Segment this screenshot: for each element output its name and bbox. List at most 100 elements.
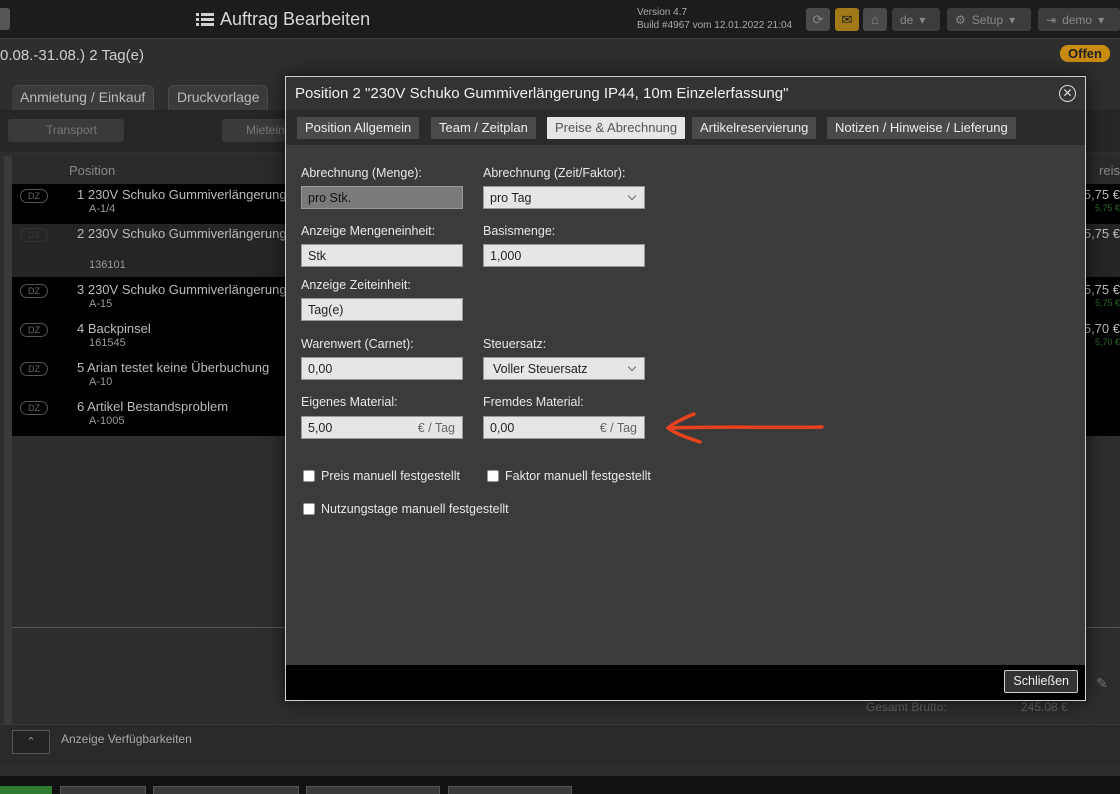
fremdes-material-unit: € / Tag — [599, 421, 637, 435]
row-name: 1 230V Schuko Gummiverlängerung — [77, 187, 287, 202]
user-button[interactable]: ⇥ demo ▾ — [1038, 8, 1120, 31]
steuersatz-label: Steuersatz: — [483, 337, 547, 351]
dz-badge: DZ — [20, 362, 48, 376]
fremdes-material-label: Fremdes Material: — [483, 395, 584, 409]
nutzungstage-manuell-label: Nutzungstage manuell festgestellt — [321, 502, 509, 516]
schliessen-button[interactable]: Schließen — [1004, 670, 1078, 693]
preis-manuell-row[interactable]: Preis manuell festgestellt — [303, 469, 460, 483]
expand-up-button[interactable]: ⌃ — [12, 730, 50, 754]
eigenes-material-unit: € / Tag — [417, 421, 455, 435]
status-badge: Offen — [1060, 45, 1110, 62]
row-sub: A-15 — [89, 298, 113, 310]
footer-button[interactable] — [60, 786, 146, 794]
eigenes-material-value: 5,00 — [308, 421, 333, 435]
annotation-arrow-icon — [666, 412, 824, 444]
basismenge-label: Basismenge: — [483, 224, 556, 238]
row-price: 5,70 € — [1083, 321, 1120, 336]
column-price: reis — [1099, 163, 1120, 178]
abrechnung-menge-label: Abrechnung (Menge): — [301, 166, 422, 180]
mietein-label: Mietein — [246, 123, 285, 137]
row-price-secondary: 5,70 € — [1094, 337, 1120, 347]
footer-button[interactable] — [153, 786, 299, 794]
transport-button[interactable]: Transport — [8, 119, 124, 142]
version-info: Version 4.7 Build #4967 vom 12.01.2022 2… — [637, 6, 792, 32]
logout-icon: ⇥ — [1046, 12, 1057, 27]
preis-manuell-checkbox[interactable] — [303, 470, 315, 482]
chevron-down-icon: ▾ — [919, 12, 926, 27]
dialog-title-text: Position 2 "230V Schuko Gummiverlängerun… — [295, 85, 789, 102]
row-sub: 161545 — [89, 337, 126, 349]
position-dialog: Position 2 "230V Schuko Gummiverlängerun… — [285, 76, 1086, 701]
tab-anmietung[interactable]: Anmietung / Einkauf — [12, 85, 155, 110]
footer-button[interactable] — [0, 786, 52, 794]
row-name: 3 230V Schuko Gummiverlängerung — [77, 282, 287, 297]
fremdes-material-value: 0,00 — [490, 421, 515, 435]
footer-button[interactable] — [306, 786, 440, 794]
abrechnung-zeit-label: Abrechnung (Zeit/Faktor): — [483, 166, 626, 180]
mietein-button[interactable]: Mietein — [222, 119, 286, 142]
version-label: Version 4.7 — [637, 7, 688, 18]
build-label: Build #4967 vom 12.01.2022 21:04 — [637, 20, 793, 31]
row-price: 5,75 € — [1083, 226, 1120, 241]
app-title-text: Auftrag Bearbeiten — [220, 9, 371, 29]
dialog-title: Position 2 "230V Schuko Gummiverlängerun… — [286, 77, 1085, 110]
tab-preise-abrechnung[interactable]: Preise & Abrechnung — [547, 117, 686, 139]
steuersatz-select[interactable]: Voller Steuersatz — [483, 357, 645, 380]
row-name: 2 230V Schuko Gummiverlängerung — [77, 226, 287, 241]
setup-button[interactable]: ⚙ Setup ▾ — [947, 8, 1031, 31]
nutzungstage-manuell-row[interactable]: Nutzungstage manuell festgestellt — [303, 502, 509, 516]
steuersatz-value: Voller Steuersatz — [493, 362, 588, 376]
faktor-manuell-label: Faktor manuell festgestellt — [505, 469, 651, 483]
dz-badge: DZ — [20, 401, 48, 415]
zeiteinheit-field[interactable]: Tag(e) — [301, 298, 463, 321]
chevron-up-icon: ⌃ — [26, 736, 36, 748]
warenwert-label: Warenwert (Carnet): — [301, 337, 414, 351]
row-name: 5 Arian testet keine Überbuchung — [77, 360, 270, 375]
pricing-form: Abrechnung (Menge): pro Stk. Abrechnung … — [286, 145, 1085, 666]
mengeneinheit-field[interactable]: Stk — [301, 244, 463, 267]
zeiteinheit-label: Anzeige Zeiteinheit: — [301, 278, 411, 292]
mengeneinheit-label: Anzeige Mengeneinheit: — [301, 224, 436, 238]
home-icon[interactable]: ⌂ — [863, 8, 887, 31]
fremdes-material-field[interactable]: 0,00 € / Tag — [483, 416, 645, 439]
row-price: 5,75 € — [1083, 282, 1120, 297]
chevron-down-icon: ▾ — [1009, 12, 1016, 27]
footer-button[interactable] — [448, 786, 572, 794]
corner-button[interactable] — [0, 8, 10, 30]
row-sub: A-1/4 — [89, 203, 116, 215]
abrechnung-zeit-value: pro Tag — [490, 191, 532, 205]
tab-position-allgemein[interactable]: Position Allgemein — [297, 117, 420, 139]
row-name: 6 Artikel Bestandsproblem — [77, 399, 229, 414]
left-scrollbar[interactable] — [4, 156, 12, 730]
basismenge-field[interactable]: 1,000 — [483, 244, 645, 267]
close-icon[interactable]: ✕ — [1059, 85, 1076, 102]
tab-notizen[interactable]: Notizen / Hinweise / Lieferung — [827, 117, 1016, 139]
abrechnung-menge-field: pro Stk. — [301, 186, 463, 209]
refresh-icon[interactable]: ⟳ — [806, 8, 830, 31]
availability-label: Anzeige Verfügbarkeiten — [61, 732, 192, 746]
row-sub: A-10 — [89, 376, 113, 388]
nutzungstage-manuell-checkbox[interactable] — [303, 503, 315, 515]
tab-artikelreservierung[interactable]: Artikelreservierung — [692, 117, 817, 139]
dz-badge: DZ — [20, 284, 48, 298]
eigenes-material-field[interactable]: 5,00 € / Tag — [301, 416, 463, 439]
zeiteinheit-value: Tag(e) — [308, 303, 344, 317]
dialog-footer: Schließen — [286, 665, 1085, 700]
app-title: Auftrag Bearbeiten — [196, 9, 370, 30]
tab-druckvorlage[interactable]: Druckvorlage — [168, 85, 269, 110]
footer-bar — [0, 776, 1120, 794]
row-name: 4 Backpinsel — [77, 321, 151, 336]
faktor-manuell-checkbox[interactable] — [487, 470, 499, 482]
warenwert-field[interactable]: 0,00 — [301, 357, 463, 380]
warenwert-value: 0,00 — [308, 362, 333, 376]
language-value: de — [900, 12, 914, 27]
mail-icon[interactable]: ✉ — [835, 8, 859, 31]
edit-icon[interactable]: ✎ — [1096, 675, 1108, 692]
abrechnung-zeit-select[interactable]: pro Tag — [483, 186, 645, 209]
tab-team-zeitplan[interactable]: Team / Zeitplan — [431, 117, 536, 139]
language-select[interactable]: de ▾ — [892, 8, 940, 31]
faktor-manuell-row[interactable]: Faktor manuell festgestellt — [487, 469, 651, 483]
gesamt-label: Gesamt Brutto: — [866, 700, 947, 714]
mengeneinheit-value: Stk — [308, 249, 327, 263]
dz-badge: DZ — [20, 228, 48, 242]
